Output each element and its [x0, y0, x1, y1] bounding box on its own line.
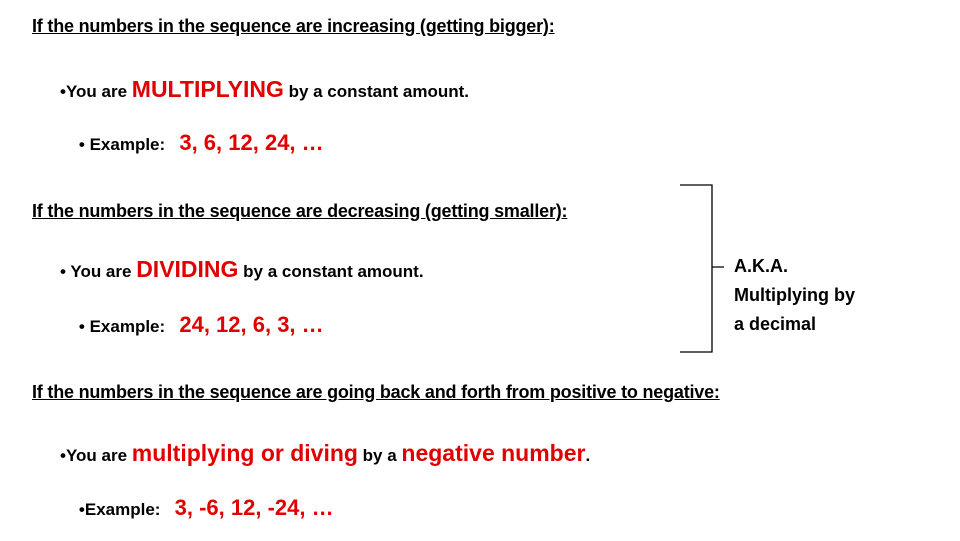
bullet-text: . — [585, 446, 591, 465]
bullet-text: by a — [357, 446, 402, 465]
aka-line: a decimal — [734, 314, 817, 334]
aka-note: A.K.A. Multiplying by a decimal — [734, 252, 855, 339]
example-label: •Example: — [78, 500, 175, 519]
example-sequence: 3, -6, 12, -24, … — [174, 495, 334, 520]
bullet-text: •You are — [60, 446, 132, 465]
aka-line: A.K.A. — [734, 256, 788, 276]
heading-alternating: If the numbers in the sequence are going… — [32, 382, 720, 402]
bullet-example-alternating: •Example: 3, -6, 12, -24, … — [60, 475, 334, 541]
keyword-multiplying-dividing: multiplying or diving — [131, 440, 358, 466]
bullet-negative: •You are multiplying or diving by a nega… — [60, 440, 590, 467]
aka-line: Multiplying by — [734, 285, 855, 305]
keyword-negative-number: negative number — [401, 440, 586, 466]
